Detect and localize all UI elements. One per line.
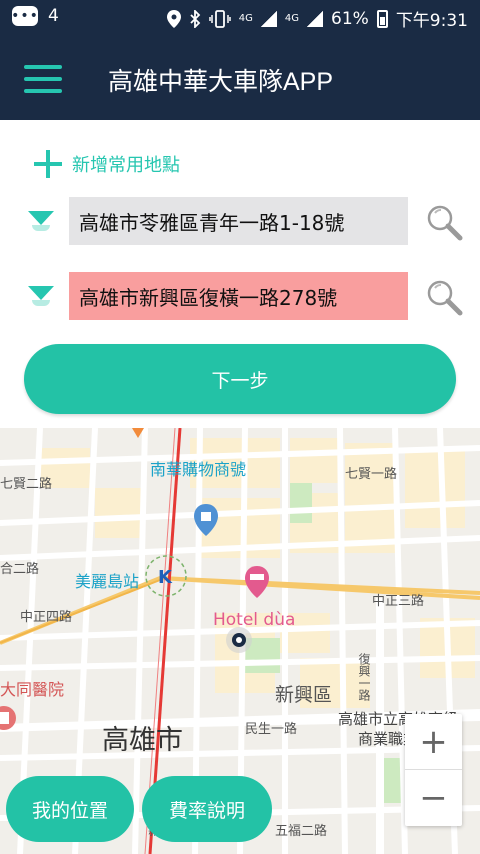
map-view[interactable]: K 南華購物商號 七賢一路 七賢二路 合二路 美麗島站 中正三路 中正四路 Ho…: [0, 428, 480, 854]
poi-hotel-label: Hotel dùa: [213, 610, 296, 630]
location-pin-icon: [166, 9, 181, 28]
pickup-dropdown-icon[interactable]: [28, 209, 54, 233]
street-zhongzheng-3-label: 中正三路: [372, 594, 425, 609]
poi-station-label: 美麗島站: [75, 572, 140, 591]
pickup-address-field[interactable]: 高雄市苓雅區青年一路1-18號: [69, 197, 408, 245]
trip-form: 新增常用地點 高雄市苓雅區青年一路1-18號 高雄市新興區復橫一路278號 下一…: [0, 120, 480, 428]
svg-text:K: K: [158, 567, 173, 588]
my-location-button[interactable]: 我的位置: [6, 776, 134, 842]
status-bar: ••• 4 4G 4G 61% 下午9:31: [0, 0, 480, 36]
street-he-2-label: 合二路: [0, 562, 40, 577]
app-bar: 高雄中華大車隊APP: [0, 36, 480, 120]
message-notification-icon: •••: [11, 6, 39, 26]
pickup-search-icon[interactable]: [424, 202, 464, 242]
fare-info-button[interactable]: 費率說明: [142, 776, 272, 842]
vibrate-icon: [209, 9, 231, 28]
battery-percent: 61%: [331, 8, 369, 29]
street-fuheng-1-label: 復興一路: [357, 653, 371, 701]
city-kaohsiung-label: 高雄市: [102, 725, 183, 756]
hamburger-menu-icon[interactable]: [24, 65, 62, 93]
street-qixian-2-label: 七賢二路: [0, 477, 53, 492]
add-favorite-location-button[interactable]: 新增常用地點: [34, 150, 180, 178]
street-qixian-1-label: 七賢一路: [345, 467, 398, 482]
status-right: 4G 4G 61% 下午9:31: [166, 6, 468, 31]
network-secondary: 4G: [284, 13, 300, 24]
status-left: ••• 4: [11, 6, 59, 26]
street-zhongzheng-4-label: 中正四路: [20, 610, 73, 625]
street-minsheng-1-label: 民生一路: [245, 722, 298, 737]
battery-icon: [376, 9, 388, 28]
location-dot-icon: [226, 627, 252, 653]
destination-search-icon[interactable]: [424, 277, 464, 317]
street-wufu-2-label: 五福二路: [275, 824, 328, 839]
add-favorite-label: 新增常用地點: [72, 155, 180, 176]
app-title: 高雄中華大車隊APP: [108, 68, 334, 96]
plus-icon: [34, 150, 62, 178]
destination-dropdown-icon[interactable]: [28, 284, 54, 308]
signal-2-icon: [307, 10, 324, 27]
bluetooth-icon: [190, 9, 201, 28]
metro-k-icon: K: [158, 567, 173, 588]
zoom-in-button[interactable]: +: [405, 714, 462, 770]
signal-icon: [260, 10, 277, 27]
next-step-button[interactable]: 下一步: [24, 344, 456, 414]
network-primary: 4G: [238, 13, 253, 24]
zoom-out-button[interactable]: −: [405, 770, 462, 826]
hospital-label: 大同醫院: [0, 680, 65, 699]
destination-row: 高雄市新興區復橫一路278號: [0, 272, 480, 320]
district-xinxing-label: 新興區: [275, 684, 333, 706]
notification-count: 4: [48, 6, 59, 26]
clock: 下午9:31: [395, 11, 468, 31]
poi-nanhua-label: 南華購物商號: [150, 460, 247, 479]
zoom-controls: + −: [405, 714, 462, 826]
pickup-row: 高雄市苓雅區青年一路1-18號: [0, 197, 480, 245]
destination-address-field[interactable]: 高雄市新興區復橫一路278號: [69, 272, 408, 320]
